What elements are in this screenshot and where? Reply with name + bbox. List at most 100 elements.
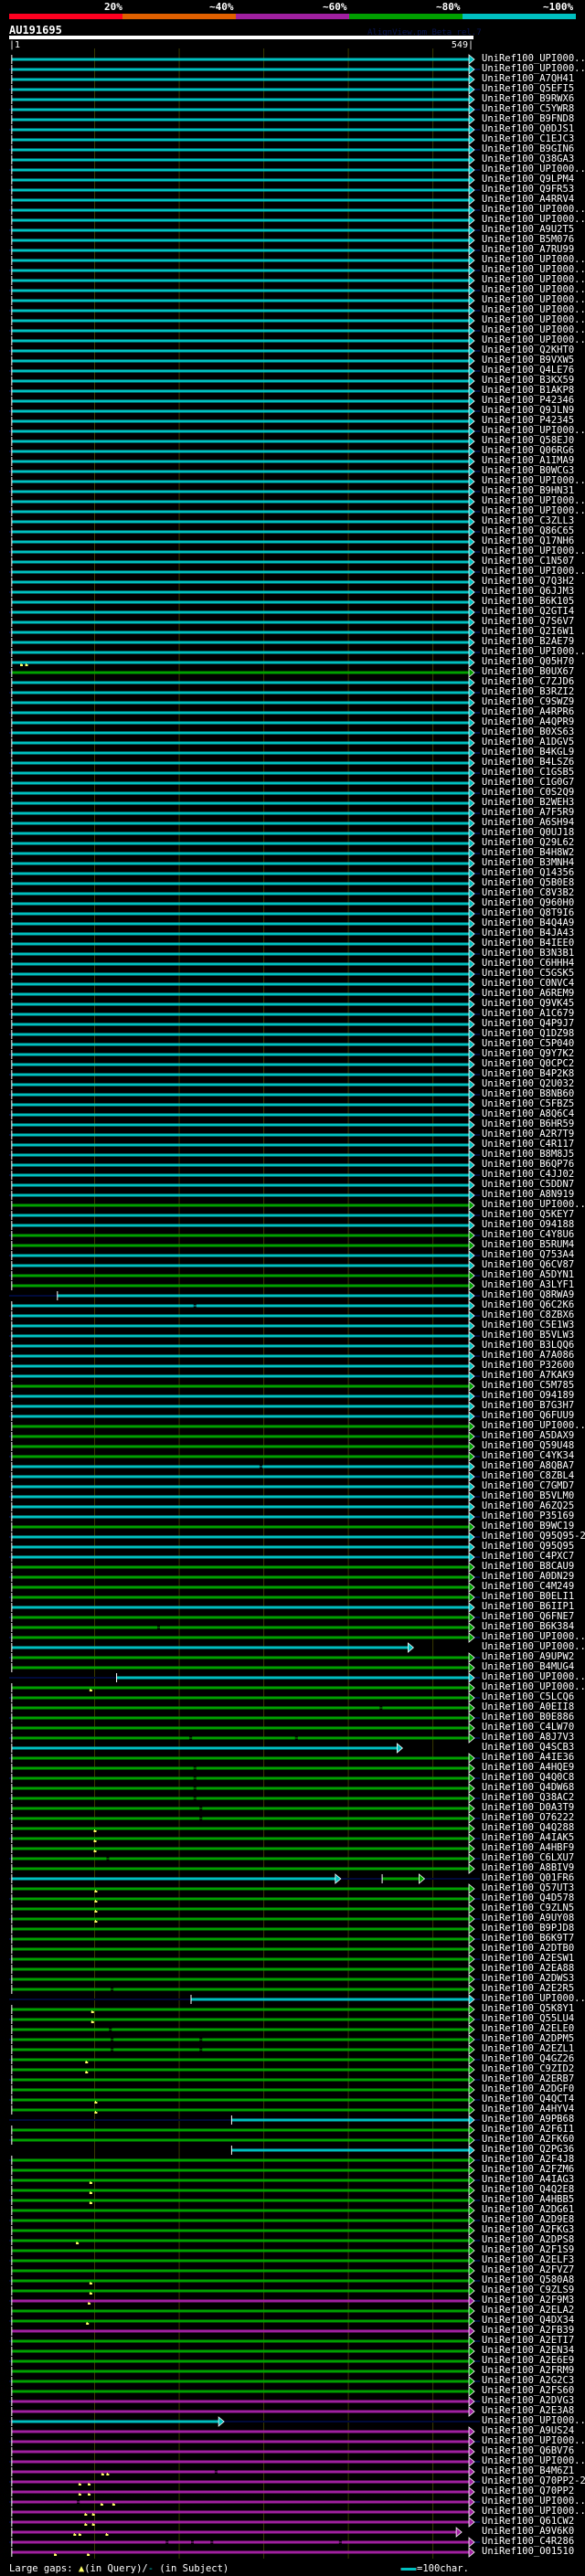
alignment-bar	[11, 1988, 469, 1991]
alignment-bar	[11, 1907, 469, 1911]
alignment-bar	[11, 1083, 469, 1087]
alignment-bar	[11, 761, 469, 765]
alignment-bar	[11, 2269, 469, 2273]
alignment-bar	[11, 2339, 469, 2343]
alignment-bar	[11, 1324, 469, 1328]
alignment-end-arrow-icon	[468, 1893, 475, 1904]
alignment-end-arrow-icon	[468, 1300, 475, 1311]
alignment-bar	[11, 1314, 469, 1318]
alignment-end-arrow-icon	[468, 2195, 475, 2206]
alignment-bar	[11, 1284, 469, 1288]
alignment-end-arrow-icon	[468, 1019, 475, 1030]
alignment-bar	[11, 1445, 469, 1448]
alignment-bar	[11, 1555, 469, 1559]
alignment-end-arrow-icon	[468, 1059, 475, 1070]
alignment-bar	[11, 1224, 469, 1227]
alignment-end-arrow-icon	[468, 1843, 475, 1854]
alignment-end-arrow-icon	[468, 376, 475, 387]
alignment-end-arrow-icon	[396, 1743, 403, 1754]
alignment-end-arrow-icon	[468, 828, 475, 839]
alignment-end-arrow-icon	[468, 2014, 475, 2025]
alignment-bar	[11, 2259, 469, 2263]
alignment-end-arrow-icon	[468, 456, 475, 467]
alignment-end-arrow-icon	[468, 2235, 475, 2246]
alignment-end-arrow-icon	[468, 2084, 475, 2095]
alignment-end-arrow-icon	[468, 969, 475, 980]
alignment-end-arrow-icon	[468, 295, 475, 306]
alignment-end-arrow-icon	[468, 1150, 475, 1161]
alignment-bar	[11, 2038, 469, 2041]
alignment-bar	[11, 1857, 469, 1860]
alignment-end-arrow-icon	[468, 587, 475, 598]
alignment-bar	[11, 2279, 469, 2283]
alignment-bar	[11, 1103, 469, 1107]
alignment-end-arrow-icon	[468, 1341, 475, 1352]
alignment-end-arrow-icon	[468, 104, 475, 115]
alignment-end-arrow-icon	[468, 637, 475, 648]
alignment-bar	[11, 409, 469, 413]
alignment-end-arrow-icon	[468, 2054, 475, 2065]
alignment-bar	[11, 2510, 469, 2514]
alignment-bar	[11, 1455, 469, 1458]
alignment-bar	[11, 1786, 469, 1790]
alignment-end-arrow-icon	[468, 1099, 475, 1110]
alignment-end-arrow-icon	[468, 325, 475, 336]
hit-label[interactable]: UniRef100_O01510	[482, 2547, 574, 2557]
alignment-bar	[11, 2199, 469, 2202]
alignment-end-arrow-icon	[468, 1924, 475, 1935]
alignment-bar	[11, 1374, 469, 1378]
alignment-bar	[11, 590, 469, 594]
alignment-bar	[11, 440, 469, 443]
alignment-end-arrow-icon	[468, 315, 475, 326]
alignment-bar	[11, 178, 469, 182]
alignment-end-arrow-icon	[468, 717, 475, 728]
alignment-end-arrow-icon	[468, 436, 475, 447]
alignment-bar	[11, 932, 469, 936]
alignment-bar	[11, 2410, 469, 2413]
alignment-bar	[11, 2239, 469, 2242]
alignment-bar	[11, 1465, 469, 1468]
alignment-end-arrow-icon	[468, 2255, 475, 2266]
alignment-bar	[11, 1656, 469, 1659]
alignment-bar	[11, 1234, 469, 1237]
alignment-bar	[11, 1887, 469, 1891]
alignment-end-arrow-icon	[468, 2306, 475, 2316]
alignment-end-arrow-icon	[468, 466, 475, 477]
alignment-end-arrow-icon	[468, 567, 475, 578]
alignment-end-arrow-icon	[468, 195, 475, 206]
alignment-bar	[11, 2178, 469, 2182]
alignment-end-arrow-icon	[468, 2446, 475, 2457]
alignment-bar	[11, 299, 469, 302]
alignment-end-arrow-icon	[468, 1351, 475, 1362]
alignment-bar	[11, 691, 469, 694]
alignment-bar	[11, 259, 469, 262]
alignment-end-arrow-icon	[468, 526, 475, 537]
alignment-end-arrow-icon	[468, 1270, 475, 1281]
alignment-bar	[11, 1706, 469, 1710]
alignment-end-arrow-icon	[468, 1210, 475, 1221]
alignment-end-arrow-icon	[468, 235, 475, 246]
alignment-end-arrow-icon	[468, 1049, 475, 1060]
alignment-end-arrow-icon	[468, 84, 475, 95]
alignment-end-arrow-icon	[468, 1833, 475, 1844]
alignment-end-arrow-icon	[468, 265, 475, 276]
alignment-end-arrow-icon	[468, 1562, 475, 1573]
alignment-bar	[11, 1797, 469, 1800]
alignment-bar	[11, 2249, 469, 2253]
alignment-end-arrow-icon	[468, 1572, 475, 1583]
alignment-end-arrow-icon	[468, 577, 475, 588]
alignment-end-arrow-icon	[468, 2507, 475, 2518]
alignment-end-arrow-icon	[468, 1029, 475, 1040]
alignment-bar	[11, 1214, 469, 1217]
alignment-bar	[11, 1203, 469, 1207]
alignment-bar	[11, 1435, 469, 1438]
alignment-end-arrow-icon	[468, 657, 475, 668]
alignment-bar	[11, 2319, 469, 2323]
alignment-bar	[11, 2018, 469, 2021]
alignment-bar	[11, 429, 469, 433]
alignment-bar	[11, 942, 469, 946]
alignment-bar	[11, 972, 469, 976]
alignment-end-arrow-icon	[468, 1964, 475, 1975]
alignment-end-arrow-icon	[468, 345, 475, 356]
alignment-end-arrow-icon	[468, 1109, 475, 1120]
